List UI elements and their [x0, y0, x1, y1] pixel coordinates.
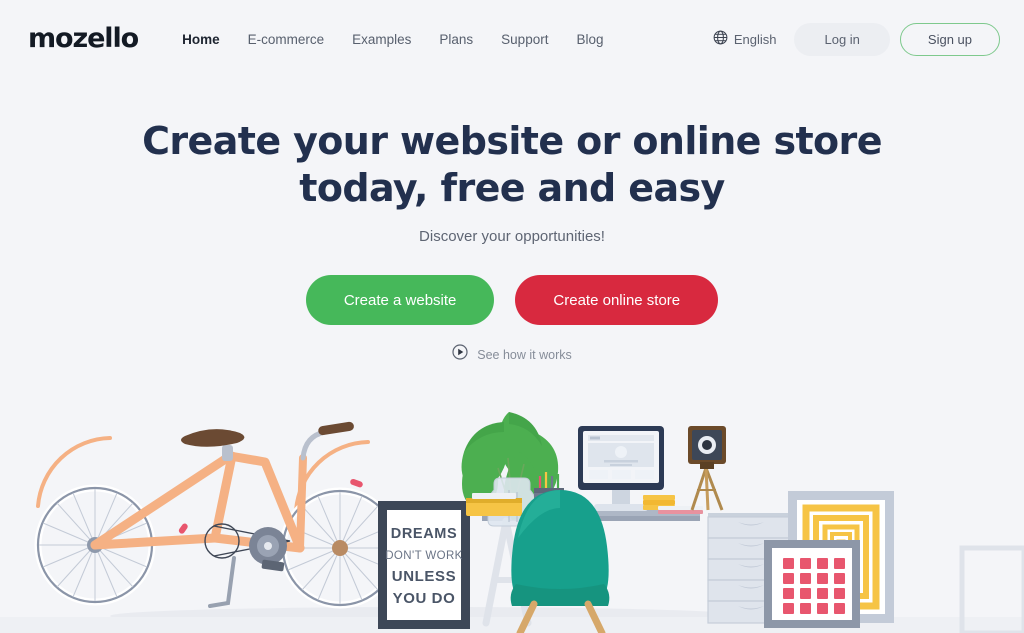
create-online-store-button[interactable]: Create online store: [515, 275, 719, 325]
login-button[interactable]: Log in: [794, 22, 890, 56]
nav-item-examples[interactable]: Examples: [338, 26, 425, 53]
create-website-button[interactable]: Create a website: [305, 275, 495, 325]
motivational-poster: DREAMS DON'T WORK UNLESS YOU DO: [378, 501, 470, 629]
nav-item-home[interactable]: Home: [168, 26, 234, 53]
yellow-tray: [466, 493, 522, 516]
header-actions: English Log in Sign up: [705, 22, 1000, 56]
language-label: English: [733, 31, 777, 47]
bicycle: [34, 421, 401, 609]
language-selector[interactable]: English: [705, 24, 785, 54]
hero-section: Create your website or online store toda…: [0, 118, 1024, 365]
site-header: mozello Home E-commerce Examples Plans S…: [0, 0, 1024, 78]
page-title: Create your website or online store toda…: [0, 118, 1024, 212]
hero-heading-line-2: today, free and easy: [299, 166, 725, 210]
hero-heading-line-1: Create your website or online store: [142, 119, 882, 163]
globe-icon: [713, 30, 728, 48]
poster-line-1: DREAMS: [391, 526, 457, 542]
pink-grid-framed-art: [764, 540, 860, 628]
poster-line-2: DON'T WORK: [385, 550, 463, 562]
vintage-camera-tripod: [688, 426, 726, 511]
nav-item-blog[interactable]: Blog: [562, 26, 617, 53]
nav-item-support[interactable]: Support: [487, 26, 562, 53]
hero-cta-group: Create a website Create online store: [0, 275, 1024, 325]
poster-line-4: YOU DO: [393, 590, 456, 607]
mozello-logo[interactable]: mozello: [28, 25, 139, 52]
home-office-workspace-illustration: DREAMS DON'T WORK UNLESS YOU DO: [0, 398, 1024, 633]
hero-subheading: Discover your opportunities!: [419, 228, 605, 245]
poster-line-3: UNLESS: [392, 568, 456, 585]
nav-item-plans[interactable]: Plans: [425, 26, 487, 53]
play-circle-icon: [452, 344, 468, 365]
signup-button[interactable]: Sign up: [899, 22, 1000, 56]
nav-item-ecommerce[interactable]: E-commerce: [234, 26, 339, 53]
see-how-it-works-label: See how it works: [477, 347, 572, 362]
see-how-it-works-link[interactable]: See how it works: [0, 344, 1024, 365]
main-navigation: Home E-commerce Examples Plans Support B…: [168, 26, 617, 53]
